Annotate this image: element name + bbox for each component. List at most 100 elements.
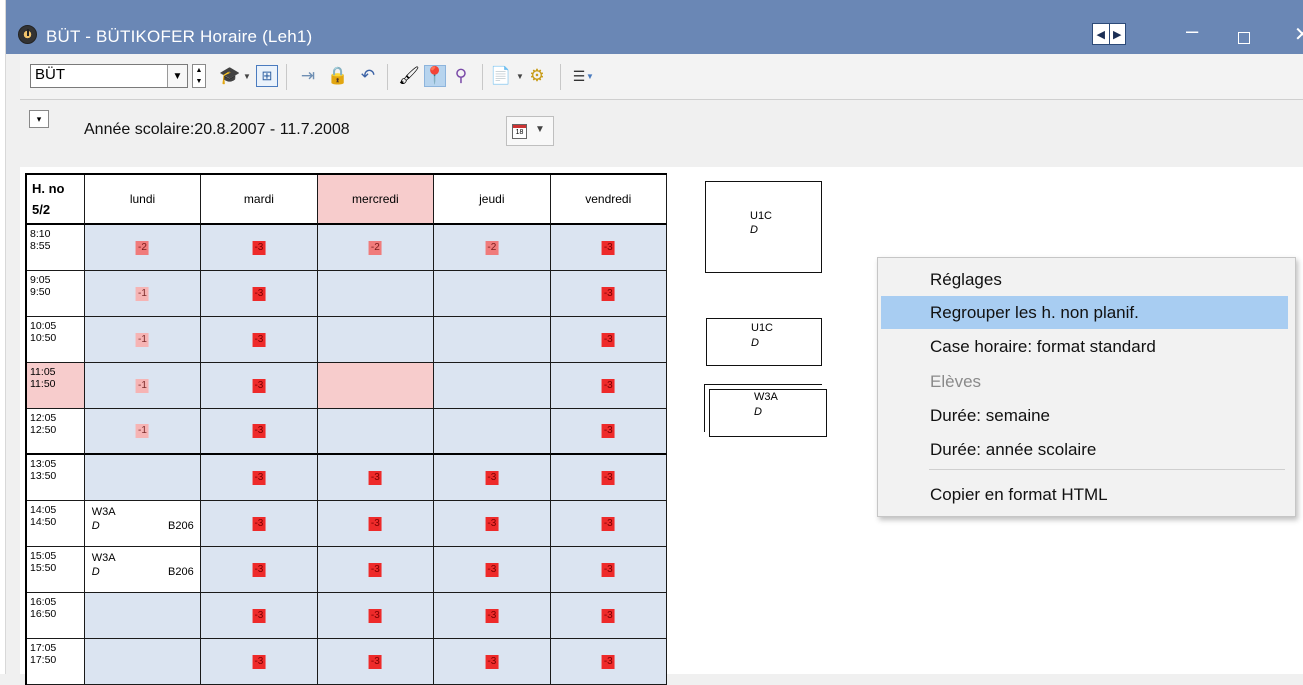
timetable-cell[interactable]: -3 <box>201 501 318 547</box>
period-end-time: 9:50 <box>30 286 51 298</box>
menu-item-regrouper[interactable]: Regrouper les h. non planif. <box>881 296 1288 329</box>
period-time-cell: 11:05 11:50 <box>27 363 85 409</box>
next-window-icon[interactable]: ▶ <box>1108 24 1126 44</box>
timetable-cell[interactable] <box>434 409 551 455</box>
timetable-cell[interactable]: -3 <box>201 317 318 363</box>
timetable-cell[interactable]: -3 <box>434 455 551 501</box>
timetable-cell[interactable]: -3 <box>201 547 318 593</box>
export-icon[interactable]: ⇥ <box>297 65 319 87</box>
period-end-time: 16:50 <box>30 608 57 620</box>
timetable-cell[interactable]: -1 <box>84 317 202 363</box>
print-dropdown-icon[interactable]: ▼ <box>516 72 524 81</box>
timetable-cell[interactable] <box>434 317 551 363</box>
timetable-cell[interactable]: -3 <box>317 593 435 639</box>
day-header-mardi[interactable]: mardi <box>201 175 318 225</box>
pin-search-icon[interactable]: 📍 <box>424 65 446 87</box>
previous-window-icon[interactable]: ◀ <box>1093 24 1109 44</box>
day-header-jeudi[interactable]: jeudi <box>434 175 551 225</box>
timetable-cell[interactable] <box>317 317 435 363</box>
timetable-cell[interactable] <box>84 639 202 685</box>
gear-icon[interactable]: ⚙ <box>526 65 548 87</box>
unplanned-lesson-card[interactable]: U1C D <box>706 318 822 366</box>
title-bar[interactable]: BÜT - BÜTIKOFER Horaire (Leh1) ◀ ▶ – ✕ <box>6 0 1303 54</box>
timetable-cell[interactable]: -1 <box>84 409 202 455</box>
timetable-cell[interactable]: -3 <box>317 639 435 685</box>
print-settings-icon[interactable]: 📄 <box>490 65 512 87</box>
undo-icon[interactable]: ↶ <box>357 65 379 87</box>
timetable-cell[interactable]: -3 <box>550 363 668 409</box>
graduation-cap-icon[interactable]: 🎓 <box>219 65 241 87</box>
unplanned-lesson-card[interactable]: W3A D <box>709 389 827 437</box>
day-header-mercredi[interactable]: mercredi <box>317 175 435 225</box>
period-start-time: 15:05 <box>30 550 57 562</box>
lesson-block[interactable]: W3A D B206 <box>92 505 198 533</box>
menu-item-duree-semaine[interactable]: Durée: semaine <box>881 399 1288 432</box>
menu-dropdown-icon[interactable]: ▼ <box>586 72 594 81</box>
timetable-cell[interactable] <box>84 455 202 501</box>
teacher-combobox[interactable]: BÜT ▼ <box>30 64 188 88</box>
calendar-button[interactable]: 18 ▼ <box>506 116 554 146</box>
lesson-block[interactable]: W3A D B206 <box>92 551 198 579</box>
timetable-cell[interactable]: -2 <box>317 225 435 271</box>
timetable-cell[interactable]: -3 <box>550 271 668 317</box>
timetable-cell[interactable]: -3 <box>434 501 551 547</box>
menu-item-reglages[interactable]: Réglages <box>881 263 1288 296</box>
timetable-cell[interactable] <box>317 363 435 409</box>
day-header-vendredi[interactable]: vendredi <box>550 175 667 225</box>
timetable-cell[interactable]: W3A D B206 <box>84 547 202 593</box>
chevron-down-icon[interactable]: ▼ <box>167 65 187 87</box>
close-button[interactable]: ✕ <box>1294 22 1303 47</box>
timetable-cell[interactable]: -3 <box>550 593 668 639</box>
menu-item-duree-annee[interactable]: Durée: année scolaire <box>881 433 1288 466</box>
timetable-cell[interactable]: -3 <box>434 547 551 593</box>
options-dropdown-icon[interactable]: ▾ <box>29 110 49 128</box>
timetable-cell[interactable]: -1 <box>84 271 202 317</box>
lock-icon[interactable]: 🔒 <box>327 65 349 87</box>
window-nav-arrows[interactable]: ◀ ▶ <box>1092 23 1126 45</box>
period-start-time: 8:10 <box>30 228 51 240</box>
timetable-cell[interactable]: -3 <box>201 593 318 639</box>
timetable-cell[interactable] <box>84 593 202 639</box>
element-spinner[interactable]: ▲ ▼ <box>192 64 206 88</box>
timetable-cell[interactable]: -3 <box>317 501 435 547</box>
timetable-cell[interactable]: -3 <box>550 455 668 501</box>
period-start-time: 12:05 <box>30 412 57 424</box>
timetable-cell[interactable]: -3 <box>201 409 318 455</box>
availability-badge: -3 <box>252 608 266 623</box>
timetable-cell[interactable] <box>434 363 551 409</box>
graduation-cap-dropdown-icon[interactable]: ▼ <box>243 72 251 81</box>
timetable-cell[interactable]: -3 <box>201 225 318 271</box>
period-end-time: 8:55 <box>30 240 51 252</box>
timetable-cell[interactable]: -3 <box>550 317 668 363</box>
timetable-cell[interactable]: -1 <box>84 363 202 409</box>
day-header-lundi[interactable]: lundi <box>84 175 202 225</box>
minimize-button[interactable]: – <box>1186 18 1198 44</box>
timetable-cell[interactable] <box>317 271 435 317</box>
timetable-cell[interactable]: -3 <box>201 363 318 409</box>
link-nodes-icon[interactable]: ⚲ <box>450 65 472 87</box>
timetable-cell[interactable]: -3 <box>201 639 318 685</box>
timetable-cell[interactable]: -2 <box>84 225 202 271</box>
timetable-cell[interactable]: -3 <box>550 639 668 685</box>
timetable-cell[interactable]: -3 <box>201 455 318 501</box>
menu-item-case-horaire[interactable]: Case horaire: format standard <box>881 330 1288 363</box>
menu-item-copier-html[interactable]: Copier en format HTML <box>881 478 1288 511</box>
timetable-cell[interactable] <box>434 271 551 317</box>
timetable-cell[interactable]: -3 <box>550 547 668 593</box>
timetable-cell[interactable]: W3A D B206 <box>84 501 202 547</box>
maximize-button[interactable] <box>1238 32 1250 44</box>
unplanned-lesson-card[interactable]: U1C D <box>705 181 822 273</box>
timetable-cell[interactable] <box>317 409 435 455</box>
timetable-cell[interactable]: -2 <box>434 225 551 271</box>
timetable-cell[interactable]: -3 <box>550 225 668 271</box>
timetable-cell[interactable]: -3 <box>201 271 318 317</box>
timetable-cell[interactable]: -3 <box>550 501 668 547</box>
grid-view-icon[interactable]: ⊞ <box>256 65 278 87</box>
availability-badge: -2 <box>485 240 499 255</box>
timetable-cell[interactable]: -3 <box>317 547 435 593</box>
timetable-cell[interactable]: -3 <box>434 593 551 639</box>
timetable-cell[interactable]: -3 <box>317 455 435 501</box>
timetable-cell[interactable]: -3 <box>434 639 551 685</box>
timetable-cell[interactable]: -3 <box>550 409 668 455</box>
paint-brush-icon[interactable]: 🖌 <box>398 65 420 87</box>
